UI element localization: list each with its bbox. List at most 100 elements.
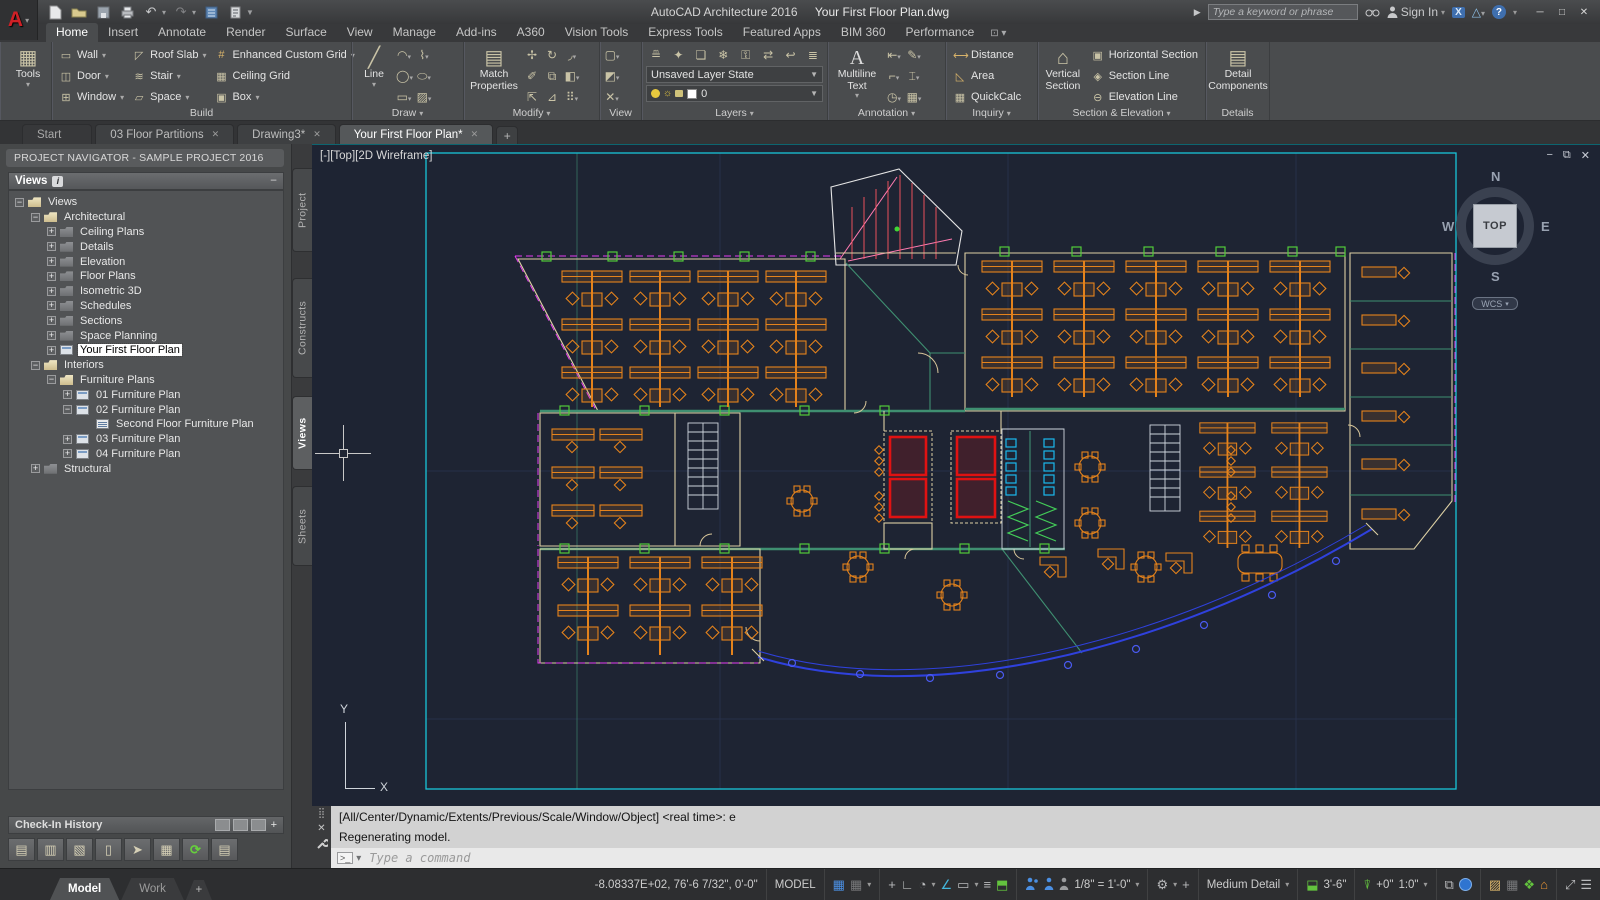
tree-item-01-furniture-plan[interactable]: 01 Furniture Plan	[9, 387, 283, 402]
layers-panel-label[interactable]: Layers ▾	[642, 107, 827, 119]
stair-button[interactable]: ≋Stair▾	[129, 66, 209, 86]
wall-button[interactable]: ▭Wall▾	[56, 45, 127, 65]
command-history[interactable]: [All/Center/Dynamic/Extents/Previous/Sca…	[331, 806, 1600, 848]
tree-item-structural[interactable]: Structural	[9, 461, 283, 476]
ribbon-tab-addins[interactable]: Add-ins	[446, 23, 507, 42]
collapse-icon[interactable]	[63, 405, 72, 414]
scale-icon[interactable]: ⊿	[544, 90, 560, 104]
maximize-button[interactable]: □	[1552, 4, 1572, 20]
collapse-icon[interactable]	[47, 375, 56, 384]
file-tab-start[interactable]: Start	[22, 124, 92, 144]
xref-notify-icon[interactable]: ❖	[1523, 877, 1535, 893]
expand-icon[interactable]	[63, 390, 72, 399]
fillet-icon[interactable]: ◞▾	[564, 48, 580, 62]
tree-item-architectural[interactable]: Architectural	[9, 210, 283, 225]
polar-tracking-icon[interactable]: ◔	[919, 877, 927, 892]
search-flyout-icon[interactable]: ▶	[1194, 7, 1201, 18]
undo-dropdown-icon[interactable]: ▾	[162, 8, 166, 17]
trusted-autodesk-icon[interactable]: ⌂	[1540, 877, 1548, 892]
layer-freeze-icon[interactable]: ❄	[715, 48, 731, 62]
command-line-grip[interactable]: ⣿ ✕	[312, 806, 331, 868]
ceiling-grid-button[interactable]: ▦Ceiling Grid	[211, 66, 357, 86]
info-icon[interactable]: i	[52, 176, 63, 187]
viewcube-east[interactable]: E	[1541, 219, 1550, 234]
expand-icon[interactable]	[47, 331, 56, 340]
redo-icon[interactable]: ↷	[172, 3, 190, 21]
layer-state-dropdown[interactable]: Unsaved Layer State▼	[646, 66, 823, 83]
expand-icon[interactable]	[47, 242, 56, 251]
expand-icon[interactable]	[47, 316, 56, 325]
tree-item-views[interactable]: Views	[9, 195, 283, 210]
viewcube-north[interactable]: N	[1491, 169, 1500, 184]
views-section-header[interactable]: Views i −	[8, 172, 284, 190]
redo-dropdown-icon[interactable]: ▾	[192, 8, 196, 17]
viewcube[interactable]: N W E S TOP WCS▾	[1440, 169, 1550, 327]
viewport-scale-value[interactable]: 1:0"	[1398, 879, 1418, 891]
layout-tab-model[interactable]: Model	[50, 878, 119, 900]
viewcube-west[interactable]: W	[1442, 219, 1454, 234]
annotation-monitor-icon[interactable]: +	[1182, 877, 1190, 892]
layer-off-icon[interactable]: ✦	[670, 48, 686, 62]
erase-icon[interactable]: ✐	[524, 69, 540, 83]
preview-button[interactable]: ▧	[66, 838, 93, 861]
close-tab-icon[interactable]: ✕	[471, 129, 479, 140]
palette-title[interactable]: PROJECT NAVIGATOR - SAMPLE PROJECT 2016	[6, 149, 284, 167]
arc-icon[interactable]: ◠▾	[396, 48, 412, 62]
tools-button[interactable]: ▦ Tools▾	[4, 45, 52, 105]
ribbon-display-toggle-icon[interactable]: ⊡ ▾	[990, 28, 1006, 42]
isolate-objects-icon[interactable]: ⧉	[1445, 877, 1454, 893]
hatch-icon[interactable]: ▨▾	[416, 90, 432, 104]
cut-plane-icon[interactable]: ⬓	[1306, 877, 1318, 893]
ribbon-tab-view[interactable]: View	[337, 23, 383, 42]
tree-item-details[interactable]: Details	[9, 239, 283, 254]
snap-dropdown-icon[interactable]: ▾	[867, 880, 871, 889]
tree-item-04-furniture-plan[interactable]: 04 Furniture Plan	[9, 447, 283, 462]
elevation-icon[interactable]: ⍒	[1363, 877, 1371, 893]
array-icon[interactable]: ⠿▾	[564, 90, 580, 104]
door-button[interactable]: ◫Door▾	[56, 66, 127, 86]
layer-lock-icon[interactable]: ⚿	[738, 48, 754, 63]
polar-dropdown-icon[interactable]: ▾	[931, 880, 935, 889]
object-snap-icon[interactable]: ▭	[957, 877, 969, 893]
close-tab-icon[interactable]: ✕	[212, 129, 220, 140]
help-icon[interactable]: ?	[1492, 5, 1506, 19]
line-button[interactable]: ╱ Line▾	[356, 45, 392, 105]
annotation-tools-icon[interactable]: ◷▾	[886, 90, 902, 104]
section-panel-label[interactable]: Section & Elevation ▾	[1038, 107, 1205, 119]
qat-customize-icon[interactable]: ▼	[246, 8, 254, 17]
tree-item-second-floor-furniture-plan[interactable]: Second Floor Furniture Plan	[9, 417, 283, 432]
layer-properties-icon[interactable]: ≞	[648, 48, 664, 62]
annotation-scale-dropdown-icon[interactable]: ▾	[1135, 880, 1139, 889]
sheet-set-icon[interactable]	[202, 3, 220, 21]
view-restore-icon[interactable]: ◩▾	[604, 69, 620, 83]
minimize-button[interactable]: ─	[1530, 4, 1550, 20]
modify-panel-label[interactable]: Modify ▾	[464, 107, 599, 119]
viewport-minimize-icon[interactable]: −	[1546, 149, 1552, 162]
tree-item-your-first-floor-plan[interactable]: Your First Floor Plan	[9, 343, 283, 358]
polyline-icon[interactable]: ⌇▾	[416, 48, 432, 62]
view-zoom-icon[interactable]: ✕▾	[604, 90, 620, 104]
expand-icon[interactable]	[47, 346, 56, 355]
angular-dim-icon[interactable]: ⌐▾	[886, 69, 902, 83]
undo-icon[interactable]: ↶	[142, 3, 160, 21]
copy-icon[interactable]: ⧉	[544, 69, 560, 84]
match-properties-button[interactable]: ▤ Match Properties	[468, 45, 520, 105]
file-tab-your-first-floor-plan[interactable]: Your First Floor Plan*✕	[339, 124, 493, 144]
a360-icon[interactable]: △▾	[1472, 5, 1485, 19]
enhanced-custom-grid-button[interactable]: #Enhanced Custom Grid▾	[211, 45, 357, 65]
save-icon[interactable]	[94, 3, 112, 21]
expand-icon[interactable]	[31, 464, 40, 473]
elevation-value[interactable]: +0"	[1376, 879, 1393, 891]
ortho-mode-icon[interactable]: ∟	[901, 877, 914, 892]
view-panel-label[interactable]: View	[600, 107, 641, 119]
table-icon[interactable]: ▦▾	[906, 90, 922, 104]
clean-screen-icon[interactable]: ⤢	[1565, 877, 1575, 893]
workspace-gear-icon[interactable]: ⚙	[1156, 877, 1168, 893]
tree-item-elevation[interactable]: Elevation	[9, 254, 283, 269]
tree-item-schedules[interactable]: Schedules	[9, 299, 283, 314]
grid-display-icon[interactable]: ▦	[833, 877, 845, 893]
customize-wrench-icon[interactable]	[316, 838, 328, 853]
current-layer-dropdown[interactable]: ☼ 0▼	[646, 85, 823, 102]
layer-isolate-icon[interactable]: ❏	[693, 48, 709, 62]
ribbon-tab-home[interactable]: Home	[46, 23, 98, 42]
